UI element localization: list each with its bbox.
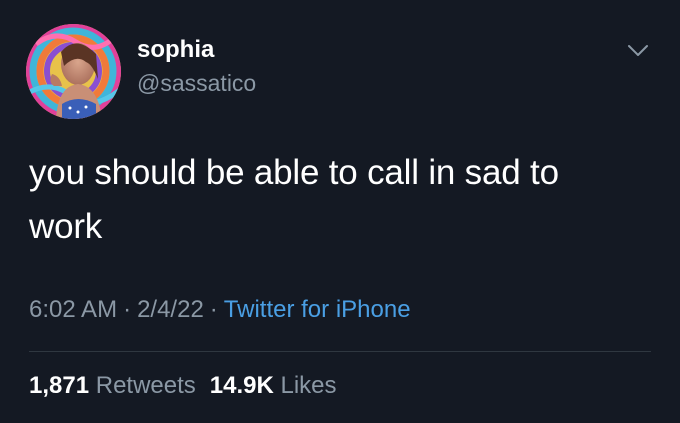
avatar[interactable] — [26, 24, 121, 119]
tweet-source-link[interactable]: Twitter for iPhone — [224, 296, 411, 323]
retweets-count: 1,871 — [29, 372, 90, 399]
tweet-time[interactable]: 6:02 AM — [29, 296, 117, 323]
tweet-meta: 6:02 AM · 2/4/22 · Twitter for iPhone — [29, 296, 411, 324]
chevron-down-icon[interactable] — [624, 37, 652, 65]
user-handle[interactable]: @sassatico — [137, 70, 256, 97]
tweet-date[interactable]: 2/4/22 — [137, 296, 204, 323]
tweet-card: sophia @sassatico you should be able to … — [0, 0, 680, 423]
tweet-text: you should be able to call in sad to wor… — [29, 153, 559, 246]
likes-label: Likes — [280, 372, 337, 399]
meta-separator: · — [209, 296, 218, 323]
avatar-image — [26, 24, 121, 119]
retweets-label: Retweets — [95, 372, 196, 399]
meta-separator: · — [123, 296, 132, 323]
retweets-stat[interactable]: 1,871 Retweets — [29, 372, 196, 399]
likes-stat[interactable]: 14.9K Likes — [210, 372, 337, 399]
likes-count: 14.9K — [209, 372, 274, 399]
display-name[interactable]: sophia — [137, 36, 214, 64]
divider — [29, 351, 651, 352]
tweet-stats: 1,871 Retweets 14.9K Likes — [29, 372, 337, 400]
